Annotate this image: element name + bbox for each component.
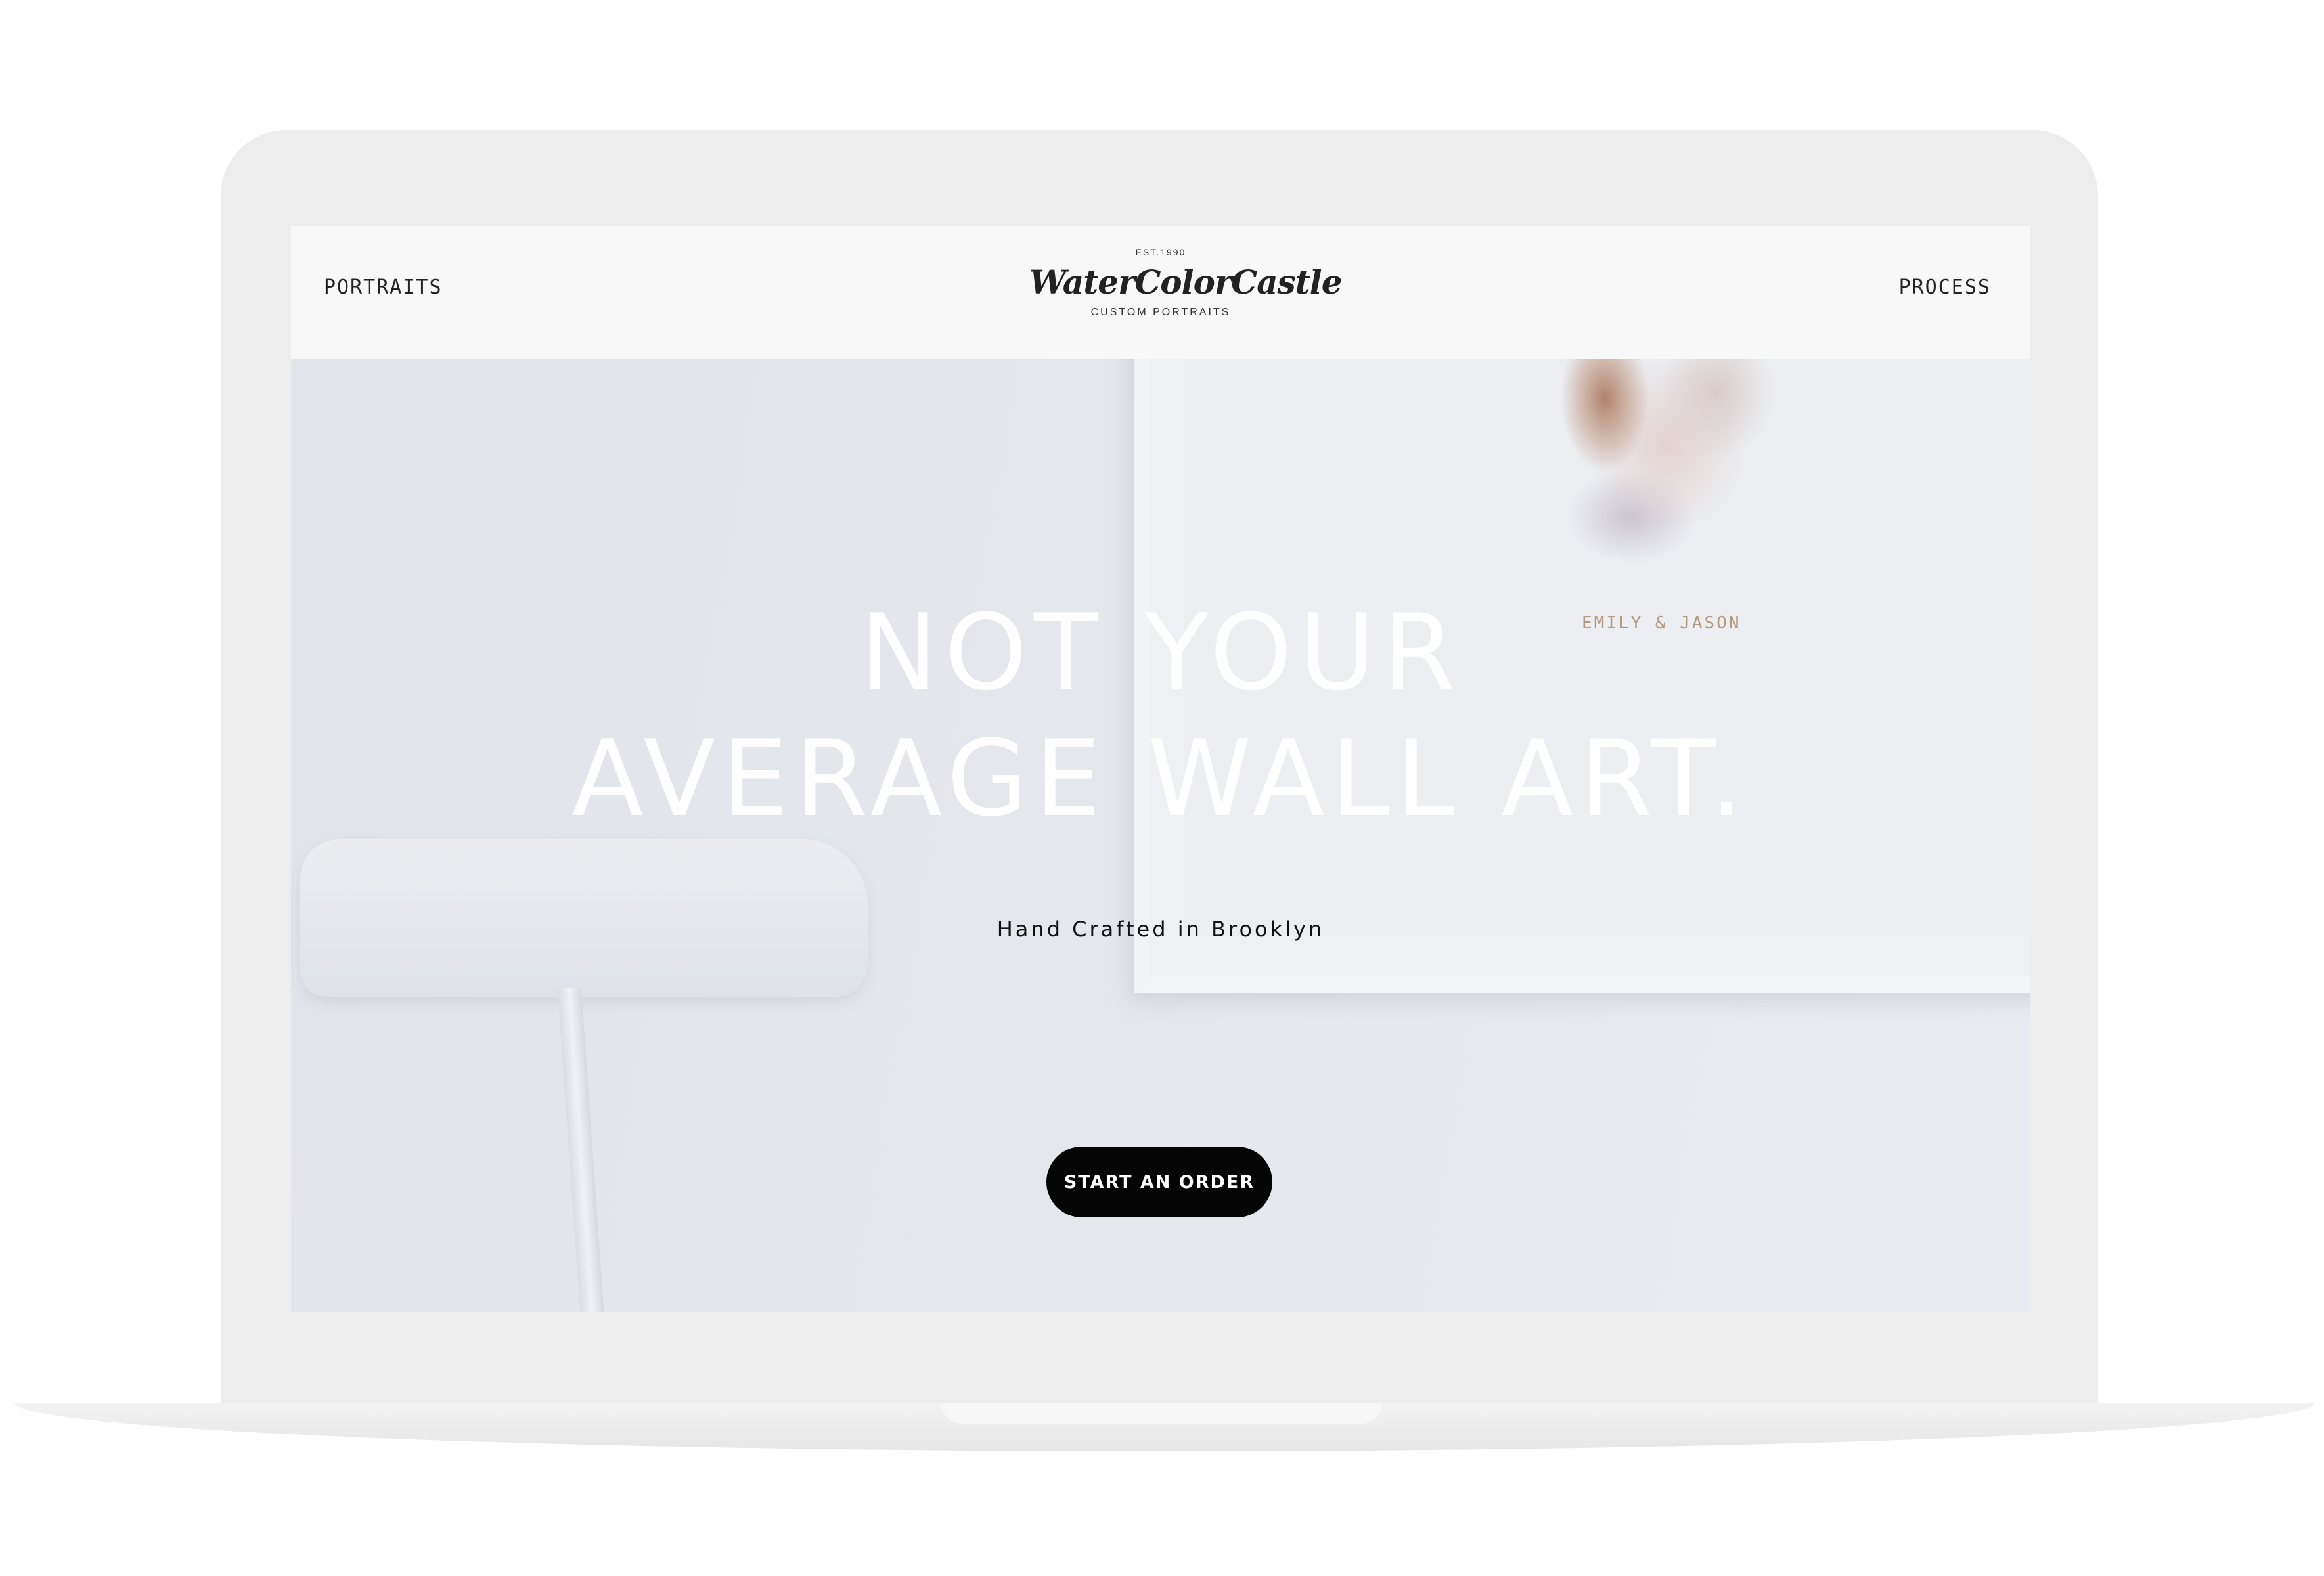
- laptop-screen: PORTRAITS EST.1990 WaterColorCastle CUST…: [291, 226, 2030, 1312]
- nav-link-portraits[interactable]: PORTRAITS: [324, 276, 443, 299]
- logo-established: EST.1990: [1135, 247, 1186, 257]
- lamp-stem-image: [557, 988, 606, 1312]
- hero-headline-line1: NOT YOUR: [859, 591, 1462, 714]
- hero-headline-line2: AVERAGE WALL ART.: [571, 717, 1750, 840]
- device-mockup: PORTRAITS EST.1990 WaterColorCastle CUST…: [0, 0, 2324, 1576]
- hero-subtitle: Hand Crafted in Brooklyn: [996, 917, 1325, 942]
- start-order-button[interactable]: START AN ORDER: [1046, 1147, 1272, 1217]
- laptop-notch: [941, 1403, 1382, 1424]
- logo-tagline: CUSTOM PORTRAITS: [1090, 307, 1231, 318]
- site-logo[interactable]: EST.1990 WaterColorCastle CUSTOM PORTRAI…: [1029, 243, 1343, 341]
- watercolor-portrait-image: [1526, 359, 1808, 569]
- logo-wordmark: WaterColorCastle: [1029, 263, 1343, 301]
- nav-link-process[interactable]: PROCESS: [1899, 276, 1991, 299]
- site-header: PORTRAITS EST.1990 WaterColorCastle CUST…: [291, 226, 2030, 359]
- hero-headline: NOT YOUR AVERAGE WALL ART.: [291, 590, 2030, 842]
- hero-section: EMILY & JASON NOT YOUR AVERAGE WALL ART.…: [291, 359, 2030, 1312]
